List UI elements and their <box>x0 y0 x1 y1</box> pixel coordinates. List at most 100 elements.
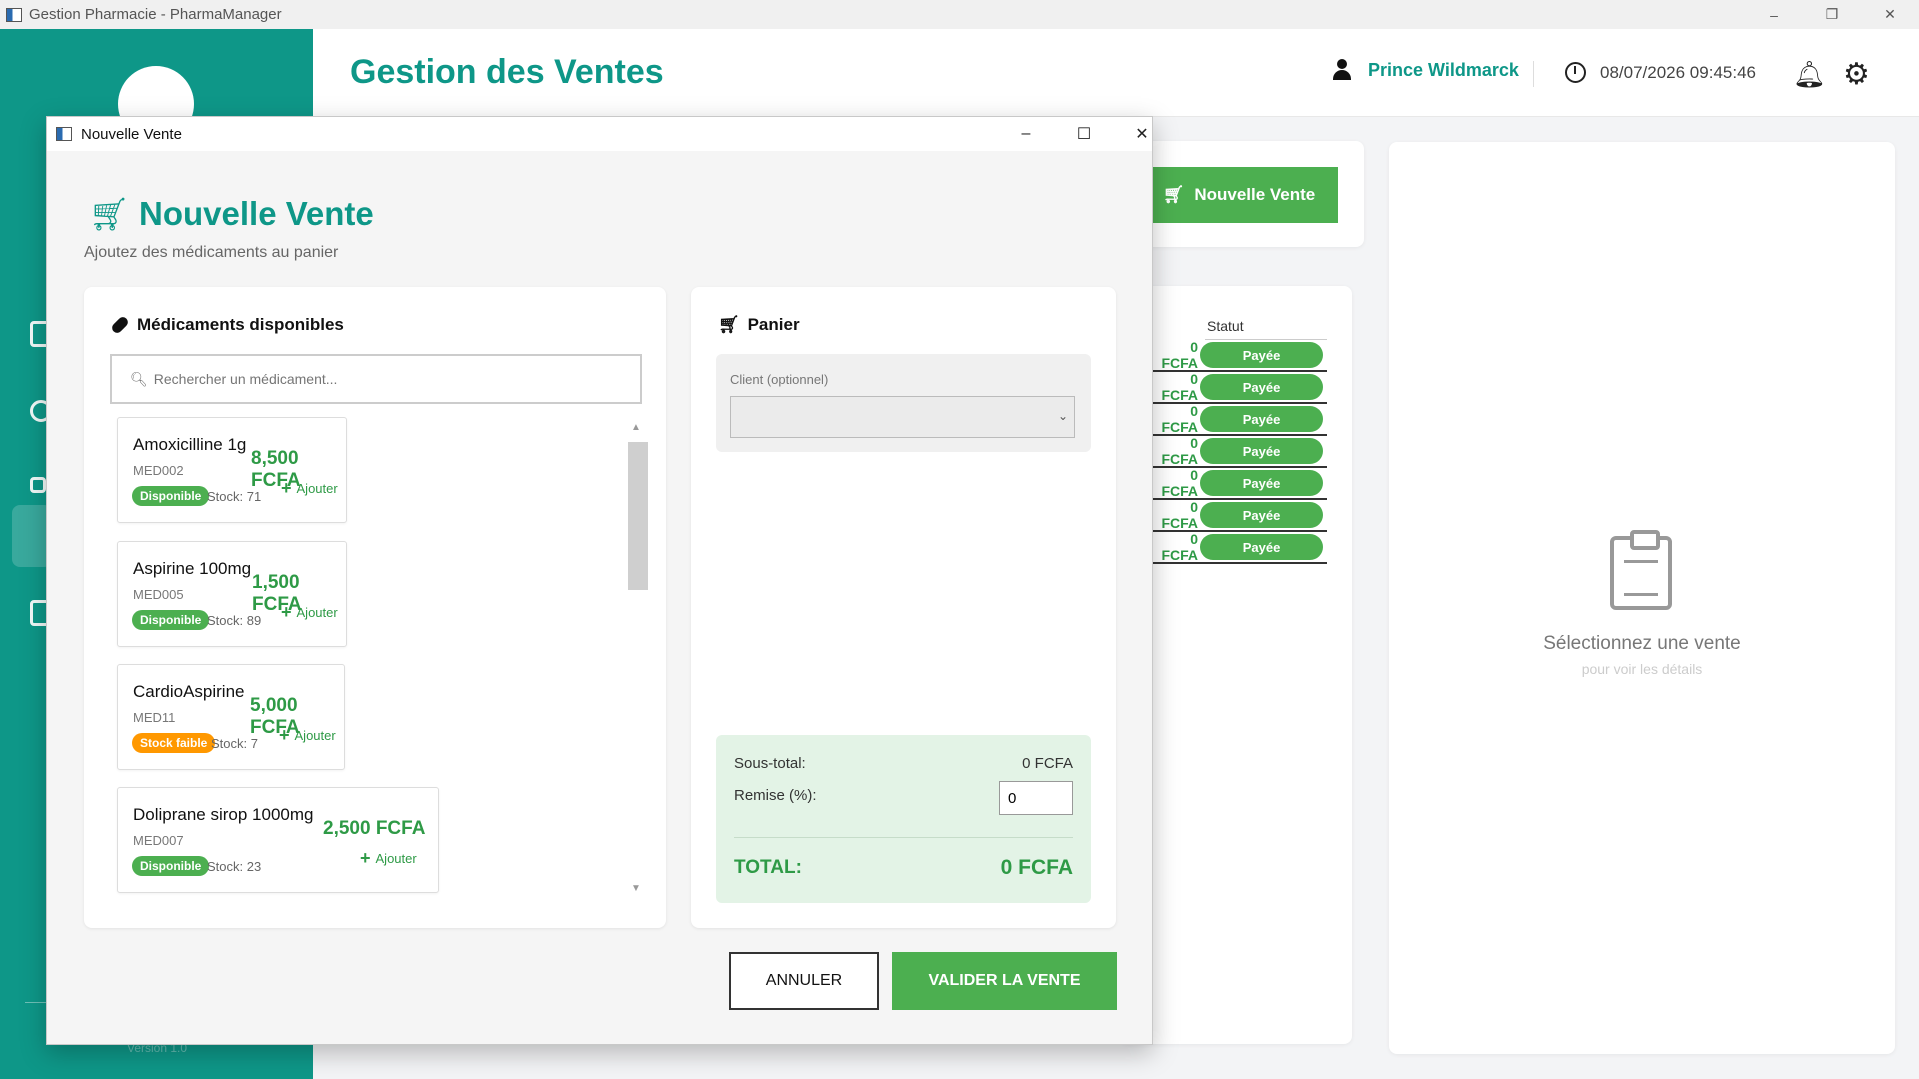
user-icon <box>1332 59 1352 81</box>
empty-state-subtitle: pour voir les détails <box>1581 661 1703 677</box>
sale-amount: 0 FCFA <box>1161 531 1198 563</box>
dialog-minimize-button[interactable]: – <box>1006 121 1046 147</box>
plus-icon: + <box>279 725 290 745</box>
medicine-code: MED002 <box>133 463 184 478</box>
medicine-list-scrollbar[interactable]: ▲ ▼ <box>626 422 648 894</box>
sidebar-clients-icon[interactable] <box>30 477 46 493</box>
medicine-card: Amoxicilline 1g MED002 Disponible Stock:… <box>117 417 347 523</box>
cancel-button[interactable]: ANNULER <box>729 952 879 1010</box>
clipboard-icon <box>1610 530 1672 610</box>
plus-icon: + <box>281 478 292 498</box>
discount-input[interactable] <box>999 781 1073 815</box>
medicine-code: MED11 <box>133 710 176 725</box>
add-label: Ajouter <box>294 728 336 743</box>
table-row[interactable]: 0 FCFA Payée <box>1150 531 1327 564</box>
dialog-titlebar: Nouvelle Vente – ☐ ✕ <box>47 117 1152 151</box>
status-badge: Payée <box>1200 406 1323 432</box>
maximize-button[interactable]: ❐ <box>1803 0 1861 29</box>
totals-section: Sous-total: 0 FCFA Remise (%): TOTAL: 0 … <box>716 735 1091 903</box>
add-to-cart-button[interactable]: + Ajouter <box>279 725 336 746</box>
close-button[interactable]: ✕ <box>1861 0 1919 29</box>
add-to-cart-button[interactable]: + Ajouter <box>281 602 338 623</box>
plus-icon: + <box>360 848 371 868</box>
medicine-name: Doliprane sirop 1000mg <box>133 805 314 824</box>
medicine-card: CardioAspirine MED11 Stock faible Stock:… <box>117 664 345 770</box>
medicine-name: Amoxicilline 1g <box>133 435 247 454</box>
medicine-code: MED005 <box>133 587 184 602</box>
scroll-down-icon[interactable]: ▼ <box>631 883 641 894</box>
medicine-search-box[interactable]: 🔍︎ <box>110 354 642 404</box>
bell-icon[interactable]: 🔔︎ <box>1793 59 1826 90</box>
dialog-app-icon <box>56 127 72 141</box>
medicine-card: Aspirine 100mg MED005 Disponible Stock: … <box>117 541 347 647</box>
pill-icon <box>110 315 130 335</box>
main-titlebar: Gestion Pharmacie - PharmaManager – ❐ ✕ <box>0 0 1919 29</box>
user-name: Prince Wildmarck <box>1368 59 1519 80</box>
availability-badge: Stock faible <box>132 733 216 753</box>
app-icon <box>6 7 22 22</box>
availability-badge: Disponible <box>132 856 210 876</box>
clock-icon <box>1565 62 1586 83</box>
add-label: Ajouter <box>375 851 417 866</box>
status-badge: Payée <box>1200 502 1323 528</box>
sale-amount: 0 FCFA <box>1161 339 1198 371</box>
header: Gestion des Ventes Prince Wildmarck 08/0… <box>313 29 1919 117</box>
cart-icon: 🛒︎ <box>1162 185 1185 204</box>
plus-icon: + <box>281 602 292 622</box>
search-icon: 🔍︎ <box>130 370 148 387</box>
chevron-down-icon: ⌄ <box>1057 409 1068 423</box>
sale-amount: 0 FCFA <box>1161 371 1198 403</box>
gear-icon[interactable]: ⚙ <box>1843 57 1870 92</box>
new-sale-dialog: Nouvelle Vente – ☐ ✕ 🛒︎ Nouvelle Vente A… <box>46 116 1153 1045</box>
total-value: 0 FCFA <box>1000 856 1073 879</box>
medicine-search-input[interactable] <box>153 371 594 387</box>
medicine-name: Aspirine 100mg <box>133 559 252 578</box>
subtotal-label: Sous-total: <box>734 755 806 772</box>
table-row[interactable]: 0 FCFA Payée <box>1150 467 1327 500</box>
table-row[interactable]: 0 FCFA Payée <box>1150 499 1327 532</box>
new-sale-button[interactable]: 🛒︎ Nouvelle Vente <box>1140 167 1338 223</box>
scroll-up-icon[interactable]: ▲ <box>631 422 641 433</box>
dialog-maximize-button[interactable]: ☐ <box>1064 121 1104 147</box>
discount-label: Remise (%): <box>734 787 817 804</box>
sale-amount: 0 FCFA <box>1161 499 1198 531</box>
status-badge: Payée <box>1200 438 1323 464</box>
table-row[interactable]: 0 FCFA Payée <box>1150 435 1327 468</box>
medicines-panel-title: Médicaments disponibles <box>110 315 344 335</box>
scrollbar-thumb[interactable] <box>628 442 648 590</box>
new-sale-label: Nouvelle Vente <box>1194 185 1316 204</box>
status-column-header: Statut <box>1205 314 1327 340</box>
cart-icon: 🛒︎ <box>89 196 130 232</box>
subtotal-value: 0 FCFA <box>1022 755 1073 772</box>
dialog-subheading: Ajoutez des médicaments au panier <box>84 244 339 261</box>
client-select[interactable]: ⌄ <box>730 396 1075 438</box>
add-to-cart-button[interactable]: + Ajouter <box>281 478 338 499</box>
user-menu[interactable]: Prince Wildmarck <box>1332 59 1519 81</box>
status-badge: Payée <box>1200 470 1323 496</box>
cart-panel-title: 🛒︎ Panier <box>718 315 800 335</box>
header-divider <box>1533 61 1534 87</box>
sale-amount: 0 FCFA <box>1161 403 1198 435</box>
cart-icon: 🛒︎ <box>718 315 740 334</box>
medicine-code: MED007 <box>133 833 184 848</box>
empty-state-title: Sélectionnez une vente <box>1543 633 1741 654</box>
add-label: Ajouter <box>296 605 338 620</box>
table-row[interactable]: 0 FCFA Payée <box>1150 403 1327 436</box>
totals-divider <box>734 837 1073 838</box>
add-label: Ajouter <box>296 481 338 496</box>
medicine-stock: Stock: 23 <box>207 859 262 874</box>
table-row[interactable]: 0 FCFA Payée <box>1150 371 1327 404</box>
medicine-price: 2,500 FCFA <box>323 818 426 839</box>
medicines-title-label: Médicaments disponibles <box>137 315 344 334</box>
validate-sale-button[interactable]: VALIDER LA VENTE <box>892 952 1117 1010</box>
add-to-cart-button[interactable]: + Ajouter <box>360 848 417 869</box>
table-row[interactable]: 0 FCFA Payée <box>1150 339 1327 372</box>
availability-badge: Disponible <box>132 486 210 506</box>
medicines-panel: Médicaments disponibles 🔍︎ Amoxicilline … <box>84 287 666 928</box>
status-badge: Payée <box>1200 342 1323 368</box>
total-label: TOTAL: <box>734 857 802 878</box>
minimize-button[interactable]: – <box>1745 0 1803 29</box>
dialog-close-button[interactable]: ✕ <box>1122 121 1162 147</box>
sale-amount: 0 FCFA <box>1161 467 1198 499</box>
client-section: Client (optionnel) ⌄ <box>716 354 1091 452</box>
